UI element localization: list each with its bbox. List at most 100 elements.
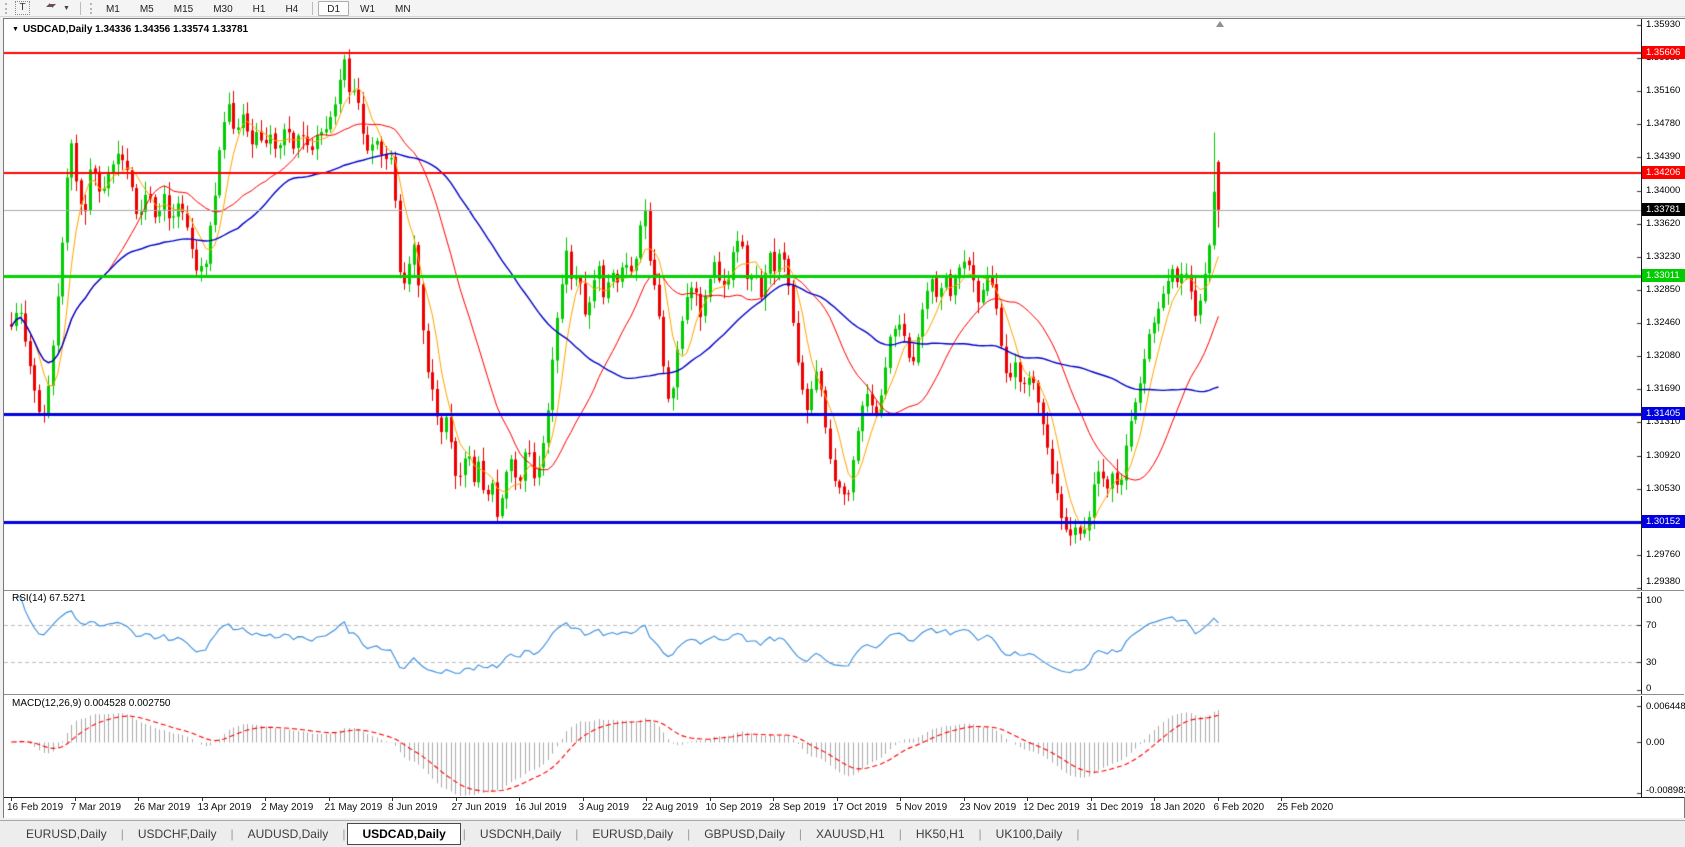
date-axis: 16 Feb 2019 7 Mar 2019 26 Mar 2019 13 Apr 2… xyxy=(4,797,1684,818)
date-label: 18 Jan 2020 xyxy=(1150,802,1206,813)
price-tick-label: 1.35930 xyxy=(1646,19,1681,30)
date-label: 22 Aug 2019 xyxy=(642,802,699,813)
tab-separator: | xyxy=(687,827,691,841)
toolbar-grip-2[interactable] xyxy=(89,2,93,14)
date-label: 2 May 2019 xyxy=(261,802,314,813)
macd-indicator-label: MACD(12,26,9) 0.004528 0.002750 xyxy=(12,698,171,709)
chart-tabbar: EURUSD,Daily | USDCHF,Daily | AUDUSD,Daily | U… xyxy=(0,820,1685,847)
rsi-indicator-label: RSI(14) 67.5271 xyxy=(12,593,86,604)
pane-separator-macd[interactable] xyxy=(4,694,1684,696)
tab-xauusd-h1[interactable]: XAUUSD,H1 xyxy=(804,824,897,844)
tab-separator: | xyxy=(230,827,234,841)
pane-separator-rsi[interactable] xyxy=(4,590,1684,592)
rsi-tick-label: 0 xyxy=(1646,683,1652,694)
date-label: 21 May 2019 xyxy=(324,802,383,813)
price-line-label: 1.31405 xyxy=(1642,406,1685,420)
date-label: 28 Sep 2019 xyxy=(769,802,826,813)
text-tool-button[interactable]: T xyxy=(15,1,30,15)
tab-separator: | xyxy=(575,827,579,841)
date-tick-mark xyxy=(1090,798,1092,801)
tab-separator: | xyxy=(898,827,902,841)
tab-audusd-daily[interactable]: AUDUSD,Daily xyxy=(236,824,341,844)
timeframe-button-m5[interactable]: M5 xyxy=(131,1,163,16)
date-tick-mark xyxy=(328,798,330,801)
price-tick-label: 1.35160 xyxy=(1646,85,1681,97)
timeframe-button-m15[interactable]: M15 xyxy=(165,1,202,16)
tab-gbpusd-daily[interactable]: GBPUSD,Daily xyxy=(692,824,797,844)
price-tick-label: 1.34390 xyxy=(1646,151,1681,163)
price-line-label: 1.33781 xyxy=(1642,202,1685,216)
date-label: 8 Jun 2019 xyxy=(388,802,438,813)
date-tick-mark xyxy=(836,798,838,801)
price-tick-label: 1.34000 xyxy=(1646,184,1681,196)
price-line-label: 1.30152 xyxy=(1642,514,1685,528)
price-tick-label: 1.30530 xyxy=(1646,483,1681,495)
date-label: 10 Sep 2019 xyxy=(705,802,763,813)
price-tick-label: 1.32460 xyxy=(1646,317,1681,329)
date-label: 27 Jun 2019 xyxy=(451,802,507,813)
tab-hk50-h1[interactable]: HK50,H1 xyxy=(904,824,977,844)
timeframe-button-mn[interactable]: MN xyxy=(386,1,420,16)
timeframe-button-d1[interactable]: D1 xyxy=(318,0,350,16)
date-tick-mark xyxy=(773,798,774,801)
date-label: 23 Nov 2019 xyxy=(959,802,1017,813)
chart-shift-marker xyxy=(1216,21,1224,27)
price-chart-canvas[interactable] xyxy=(4,19,1641,797)
price-line-label: 1.35606 xyxy=(1642,45,1685,59)
timeframe-button-m1[interactable]: M1 xyxy=(97,1,129,16)
price-tick-label: 1.31690 xyxy=(1646,383,1681,395)
date-label: 3 Aug 2019 xyxy=(578,802,630,813)
timeframe-button-m30[interactable]: M30 xyxy=(204,1,241,16)
tile-windows-icon[interactable] xyxy=(44,0,58,17)
toolbar-dropdown-icon[interactable]: ▼ xyxy=(63,5,70,12)
price-tick-label: 1.32080 xyxy=(1646,349,1681,361)
date-tick-mark xyxy=(265,798,266,801)
price-line-label: 1.34206 xyxy=(1642,166,1685,180)
price-tick-label: 1.29380 xyxy=(1646,576,1681,587)
tab-separator: | xyxy=(462,827,466,841)
tab-uk100-daily[interactable]: UK100,Daily xyxy=(984,824,1075,844)
date-tick-mark xyxy=(11,798,12,801)
date-label: 5 Nov 2019 xyxy=(896,802,948,813)
date-tick-mark xyxy=(138,798,139,801)
toolbar-grip[interactable] xyxy=(5,2,8,14)
tab-separator: | xyxy=(342,827,346,841)
tab-separator: | xyxy=(120,827,124,841)
tab-eurusd-daily[interactable]: EURUSD,Daily xyxy=(14,824,119,844)
timeframe-button-w1[interactable]: W1 xyxy=(351,1,384,16)
date-label: 25 Feb 2020 xyxy=(1277,802,1334,813)
date-tick-mark xyxy=(582,798,584,801)
price-tick-label: 1.33230 xyxy=(1646,251,1681,263)
date-label: 31 Dec 2019 xyxy=(1086,802,1144,813)
price-line-label: 1.33011 xyxy=(1642,268,1685,282)
timeframe-button-h4[interactable]: H4 xyxy=(276,1,307,16)
date-tick-mark xyxy=(1217,798,1219,801)
price-tick-label: 1.32850 xyxy=(1646,283,1681,295)
tab-eurusd-daily[interactable]: EURUSD,Daily xyxy=(580,824,685,844)
date-tick-mark xyxy=(392,798,393,801)
rsi-tick-label: 30 xyxy=(1646,657,1657,669)
date-label: 6 Feb 2020 xyxy=(1213,802,1265,813)
date-tick-mark xyxy=(74,798,76,801)
collapse-triangle-icon[interactable]: ▼ xyxy=(12,26,19,33)
date-label: 16 Feb 2019 xyxy=(7,802,64,813)
tab-usdcnh-daily[interactable]: USDCNH,Daily xyxy=(468,824,573,844)
date-label: 7 Mar 2019 xyxy=(70,802,122,813)
date-label: 26 Mar 2019 xyxy=(134,802,191,813)
date-label: 13 Apr 2019 xyxy=(197,802,252,813)
chart-title-text: USDCAD,Daily 1.34336 1.34356 1.33574 1.3… xyxy=(22,24,249,35)
date-tick-mark xyxy=(1281,798,1282,801)
tab-separator: | xyxy=(798,827,803,841)
timeframe-button-h1[interactable]: H1 xyxy=(244,1,275,16)
date-tick-mark xyxy=(963,798,965,801)
price-tick-label: 1.29760 xyxy=(1646,549,1681,561)
rsi-tick-label: 70 xyxy=(1646,619,1657,631)
tab-usdchf-daily[interactable]: USDCHF,Daily xyxy=(126,824,229,844)
tab-usdcad-daily[interactable]: USDCAD,Daily xyxy=(347,823,461,845)
date-label: 17 Oct 2019 xyxy=(832,802,887,813)
toolbar-separator xyxy=(312,1,314,15)
rsi-tick-label: 100 xyxy=(1646,595,1662,606)
toolbar-separator xyxy=(79,1,81,15)
toolbar: T ▼ M1 M5 M15 M30 H1 H4 D1 W1 MN xyxy=(0,0,1685,17)
date-tick-mark xyxy=(455,798,457,801)
